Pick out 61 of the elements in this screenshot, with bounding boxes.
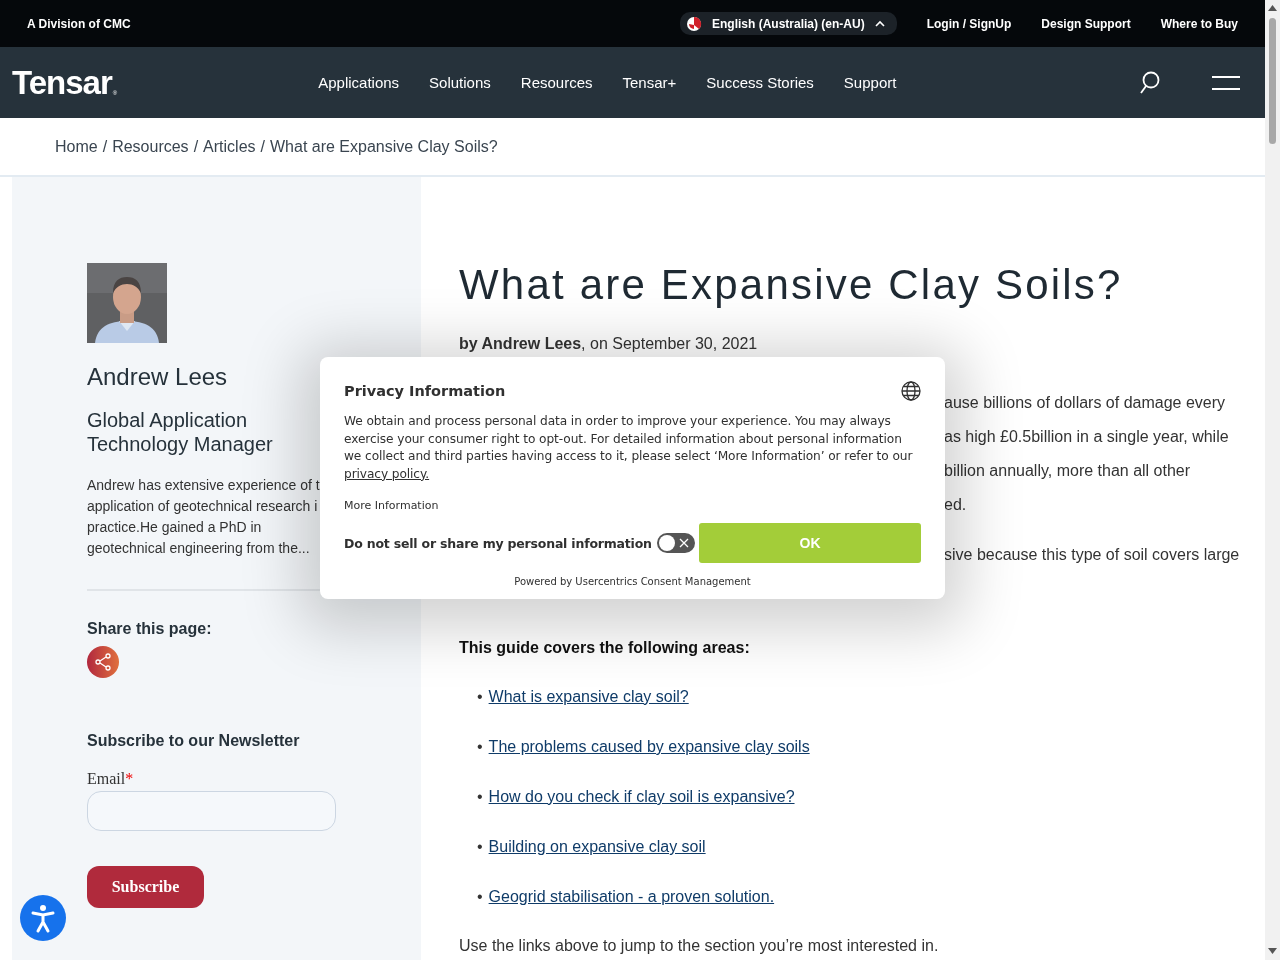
toggle-switch[interactable] <box>656 533 695 553</box>
menu-icon[interactable] <box>1211 74 1241 91</box>
bullet: • <box>477 837 483 857</box>
more-information-link[interactable]: More Information <box>344 499 439 512</box>
guide-link[interactable]: The problems caused by expansive clay soils <box>488 737 810 757</box>
modal-title: Privacy Information <box>344 383 506 399</box>
scroll-up-icon[interactable] <box>1268 5 1277 11</box>
language-selector[interactable]: English (Australia) (en-AU) <box>680 12 897 35</box>
toggle-label: Do not sell or share my personal information <box>344 535 652 551</box>
flag-icon <box>686 15 702 32</box>
breadcrumb-link[interactable]: Articles <box>203 137 256 156</box>
author-name: Andrew Lees <box>87 363 228 391</box>
accessibility-button[interactable] <box>20 895 66 941</box>
globe-icon[interactable] <box>901 381 921 401</box>
guide-link[interactable]: How do you check if clay soil is expansive? <box>488 787 795 807</box>
nav-link[interactable]: Tensar+ <box>622 74 677 91</box>
top-link[interactable]: Where to Buy <box>1160 16 1238 31</box>
nav-link[interactable]: Support <box>843 74 897 91</box>
email-field[interactable] <box>87 791 336 831</box>
nav-link[interactable]: Success Stories <box>706 74 814 91</box>
breadcrumb-separator: / <box>102 137 108 156</box>
search-icon[interactable] <box>1139 70 1161 95</box>
paragraph-fragment: billion annually, more than all other <box>944 461 1191 481</box>
scrollbar-thumb[interactable] <box>1269 18 1276 144</box>
nav-link[interactable]: Solutions <box>429 74 491 91</box>
breadcrumb-link[interactable]: Resources <box>112 137 189 156</box>
caret-up-icon <box>874 19 885 28</box>
paragraph-fragment: as high £0.5billion in a single year, while <box>944 427 1229 447</box>
article-title: What are Expansive Clay Soils? <box>459 261 1124 309</box>
powered-by-text: Powered by Usercentrics Consent Management <box>513 576 752 587</box>
email-label: Email* <box>87 770 135 788</box>
breadcrumb-current: What are Expansive Clay Soils? <box>270 137 498 156</box>
privacy-text: We obtain and process personal data in order to improve your experience. You may always exercise your consumer right to opt-out. For detailed information about personal information we collect and third parties having access to it, please select ‘More Information’ or refer to our privacy policy. <box>344 413 914 483</box>
nav-link[interactable]: Resources <box>520 74 593 91</box>
bullet: • <box>477 887 483 907</box>
author-role: Global Application Technology Manager <box>87 408 274 456</box>
guide-heading: This guide covers the following areas: <box>459 639 751 657</box>
breadcrumb-link[interactable]: Home <box>55 137 98 156</box>
top-link[interactable]: Login / SignUp <box>926 16 1012 31</box>
article-byline: by Andrew Lees, on September 30, 2021 <box>459 335 759 353</box>
breadcrumb-separator: / <box>260 137 265 156</box>
paragraph-fragment: sive because this type of soil covers large <box>944 545 1240 565</box>
newsletter-heading: Subscribe to our Newsletter <box>87 732 301 750</box>
closing-text: Use the links above to jump to the section you’re most interested in. <box>459 937 940 955</box>
subscribe-button[interactable]: Subscribe <box>87 866 204 908</box>
breadcrumb-separator: / <box>193 137 199 156</box>
nav-link[interactable]: Applications <box>318 74 400 91</box>
guide-link[interactable]: Building on expansive clay soil <box>488 837 706 857</box>
privacy-policy-link[interactable]: privacy policy. <box>344 466 430 481</box>
bullet: • <box>477 787 483 807</box>
bullet: • <box>477 687 483 707</box>
bullet: • <box>477 737 483 757</box>
paragraph-fragment: ause billions of dollars of damage every <box>944 393 1226 413</box>
division-text: A Division of CMC <box>27 16 131 31</box>
paragraph-fragment: ed. <box>944 495 967 515</box>
guide-link[interactable]: What is expansive clay soil? <box>488 687 689 707</box>
share-heading: Share this page: <box>87 620 213 638</box>
scroll-down-icon[interactable] <box>1268 948 1277 954</box>
top-link[interactable]: Design Support <box>1041 16 1131 31</box>
share-icon[interactable] <box>87 646 119 678</box>
guide-link[interactable]: Geogrid stabilisation - a proven solution. <box>488 887 775 907</box>
